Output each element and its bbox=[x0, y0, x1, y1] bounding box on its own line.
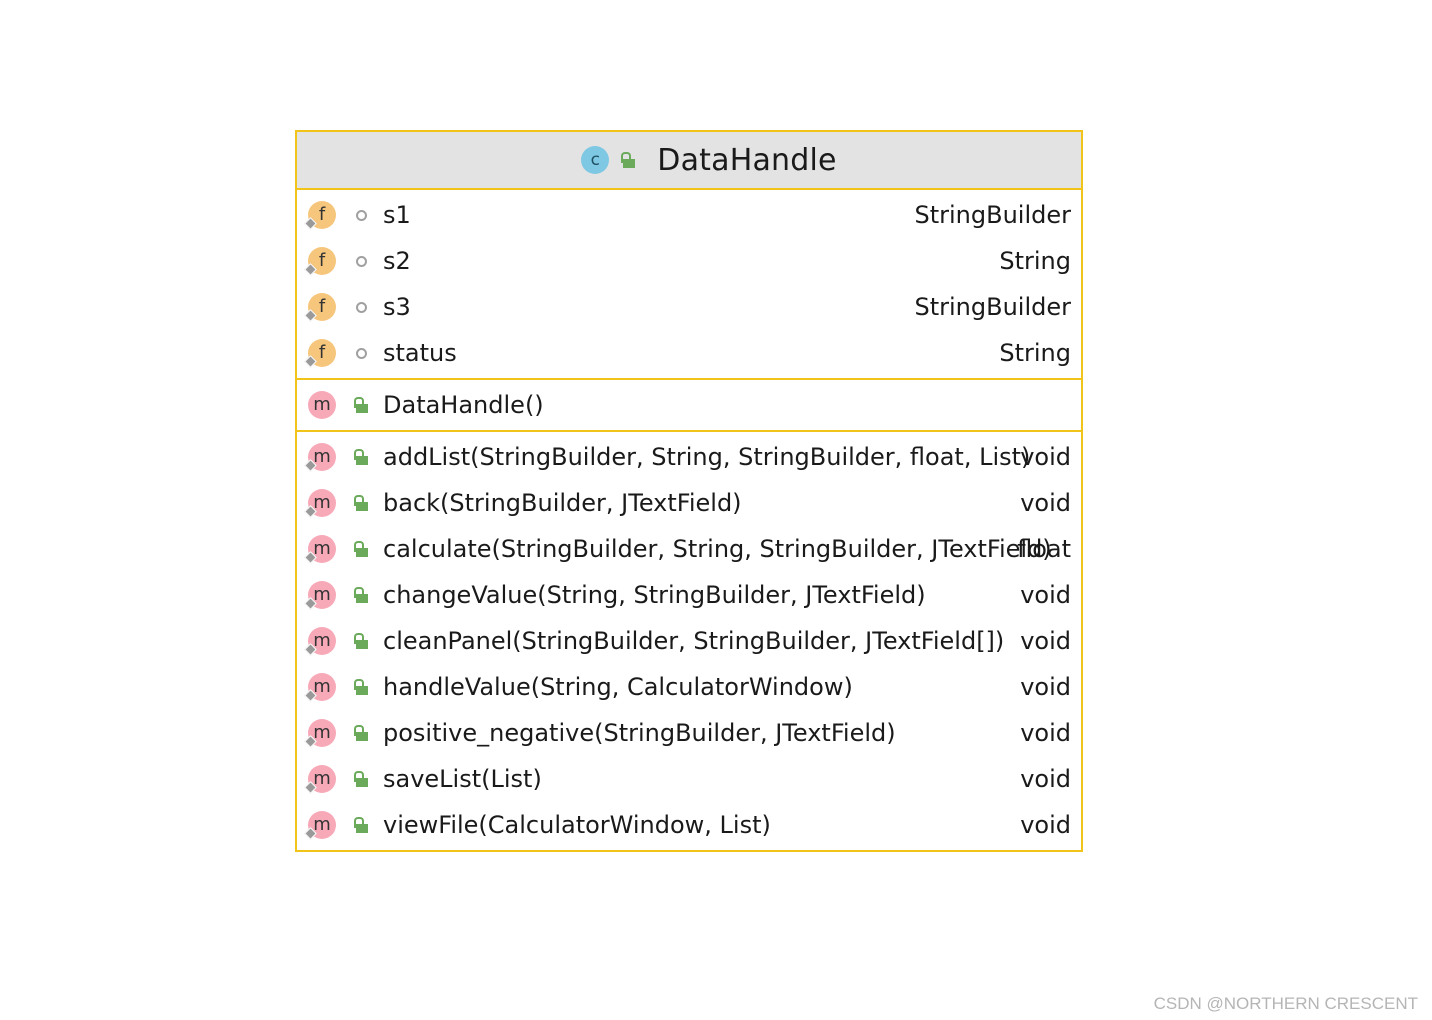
package-private-icon bbox=[350, 204, 372, 226]
method-name: calculate(StringBuilder, String, StringB… bbox=[383, 535, 1052, 563]
method-icon: m bbox=[304, 579, 346, 611]
method-return-type: void bbox=[1020, 581, 1071, 609]
public-lock-icon bbox=[350, 814, 372, 836]
field-type: StringBuilder bbox=[914, 201, 1071, 229]
method-icon: m bbox=[304, 441, 346, 473]
public-lock-icon bbox=[350, 492, 372, 514]
method-row[interactable]: m saveList(List) void bbox=[297, 756, 1081, 802]
method-return-type: void bbox=[1020, 765, 1071, 793]
method-icon: m bbox=[306, 389, 346, 421]
method-return-type: void bbox=[1020, 627, 1071, 655]
constructor-row[interactable]: m DataHandle() bbox=[297, 382, 1081, 428]
public-lock-icon bbox=[350, 394, 372, 416]
field-row[interactable]: f status String bbox=[297, 330, 1081, 376]
method-return-type: void bbox=[1020, 811, 1071, 839]
field-name: s3 bbox=[383, 293, 411, 321]
method-icon: m bbox=[304, 671, 346, 703]
public-lock-icon bbox=[350, 768, 372, 790]
package-private-icon bbox=[350, 250, 372, 272]
method-return-type: float bbox=[1017, 535, 1071, 563]
constructors-section: m DataHandle() bbox=[297, 380, 1081, 432]
method-name: changeValue(String, StringBuilder, JText… bbox=[383, 581, 926, 609]
methods-section: m addList(StringBuilder, String, StringB… bbox=[297, 432, 1081, 850]
field-icon: f bbox=[304, 291, 346, 323]
method-name: positive_negative(StringBuilder, JTextFi… bbox=[383, 719, 896, 747]
method-row[interactable]: m cleanPanel(StringBuilder, StringBuilde… bbox=[297, 618, 1081, 664]
class-header: c DataHandle bbox=[297, 132, 1081, 190]
field-icon: f bbox=[304, 245, 346, 277]
field-row[interactable]: f s1 StringBuilder bbox=[297, 192, 1081, 238]
method-name: addList(StringBuilder, String, StringBui… bbox=[383, 443, 1031, 471]
method-name: viewFile(CalculatorWindow, List) bbox=[383, 811, 771, 839]
field-name: s2 bbox=[383, 247, 411, 275]
method-icon: m bbox=[304, 763, 346, 795]
method-icon: m bbox=[304, 809, 346, 841]
public-lock-icon bbox=[350, 446, 372, 468]
method-row[interactable]: m viewFile(CalculatorWindow, List) void bbox=[297, 802, 1081, 848]
method-row[interactable]: m changeValue(String, StringBuilder, JTe… bbox=[297, 572, 1081, 618]
field-icon: f bbox=[304, 337, 346, 369]
method-icon: m bbox=[304, 717, 346, 749]
method-row[interactable]: m addList(StringBuilder, String, StringB… bbox=[297, 434, 1081, 480]
field-icon: f bbox=[304, 199, 346, 231]
field-type: String bbox=[999, 247, 1071, 275]
method-return-type: void bbox=[1020, 719, 1071, 747]
method-name: back(StringBuilder, JTextField) bbox=[383, 489, 742, 517]
constructor-name: DataHandle() bbox=[383, 391, 544, 419]
method-row[interactable]: m calculate(StringBuilder, String, Strin… bbox=[297, 526, 1081, 572]
method-icon: m bbox=[304, 625, 346, 657]
field-name: s1 bbox=[383, 201, 411, 229]
method-icon: m bbox=[304, 487, 346, 519]
field-type: StringBuilder bbox=[914, 293, 1071, 321]
field-name: status bbox=[383, 339, 457, 367]
public-lock-icon bbox=[350, 676, 372, 698]
method-row[interactable]: m positive_negative(StringBuilder, JText… bbox=[297, 710, 1081, 756]
public-lock-icon bbox=[617, 149, 639, 171]
class-icon: c bbox=[581, 146, 610, 174]
package-private-icon bbox=[350, 296, 372, 318]
method-name: handleValue(String, CalculatorWindow) bbox=[383, 673, 853, 701]
package-private-icon bbox=[350, 342, 372, 364]
uml-class-box: c DataHandle f s1 StringBuilder f s2 Str… bbox=[295, 130, 1083, 852]
field-type: String bbox=[999, 339, 1071, 367]
fields-section: f s1 StringBuilder f s2 String f s3 Stri… bbox=[297, 190, 1081, 380]
method-row[interactable]: m handleValue(String, CalculatorWindow) … bbox=[297, 664, 1081, 710]
field-row[interactable]: f s3 StringBuilder bbox=[297, 284, 1081, 330]
public-lock-icon bbox=[350, 584, 372, 606]
method-return-type: void bbox=[1020, 443, 1071, 471]
method-return-type: void bbox=[1020, 489, 1071, 517]
method-name: saveList(List) bbox=[383, 765, 542, 793]
watermark: CSDN @NORTHERN CRESCENT bbox=[1153, 994, 1418, 1013]
public-lock-icon bbox=[350, 538, 372, 560]
method-name: cleanPanel(StringBuilder, StringBuilder,… bbox=[383, 627, 1005, 655]
public-lock-icon bbox=[350, 722, 372, 744]
method-row[interactable]: m back(StringBuilder, JTextField) void bbox=[297, 480, 1081, 526]
method-icon: m bbox=[304, 533, 346, 565]
class-name: DataHandle bbox=[657, 142, 837, 178]
public-lock-icon bbox=[350, 630, 372, 652]
method-return-type: void bbox=[1020, 673, 1071, 701]
field-row[interactable]: f s2 String bbox=[297, 238, 1081, 284]
